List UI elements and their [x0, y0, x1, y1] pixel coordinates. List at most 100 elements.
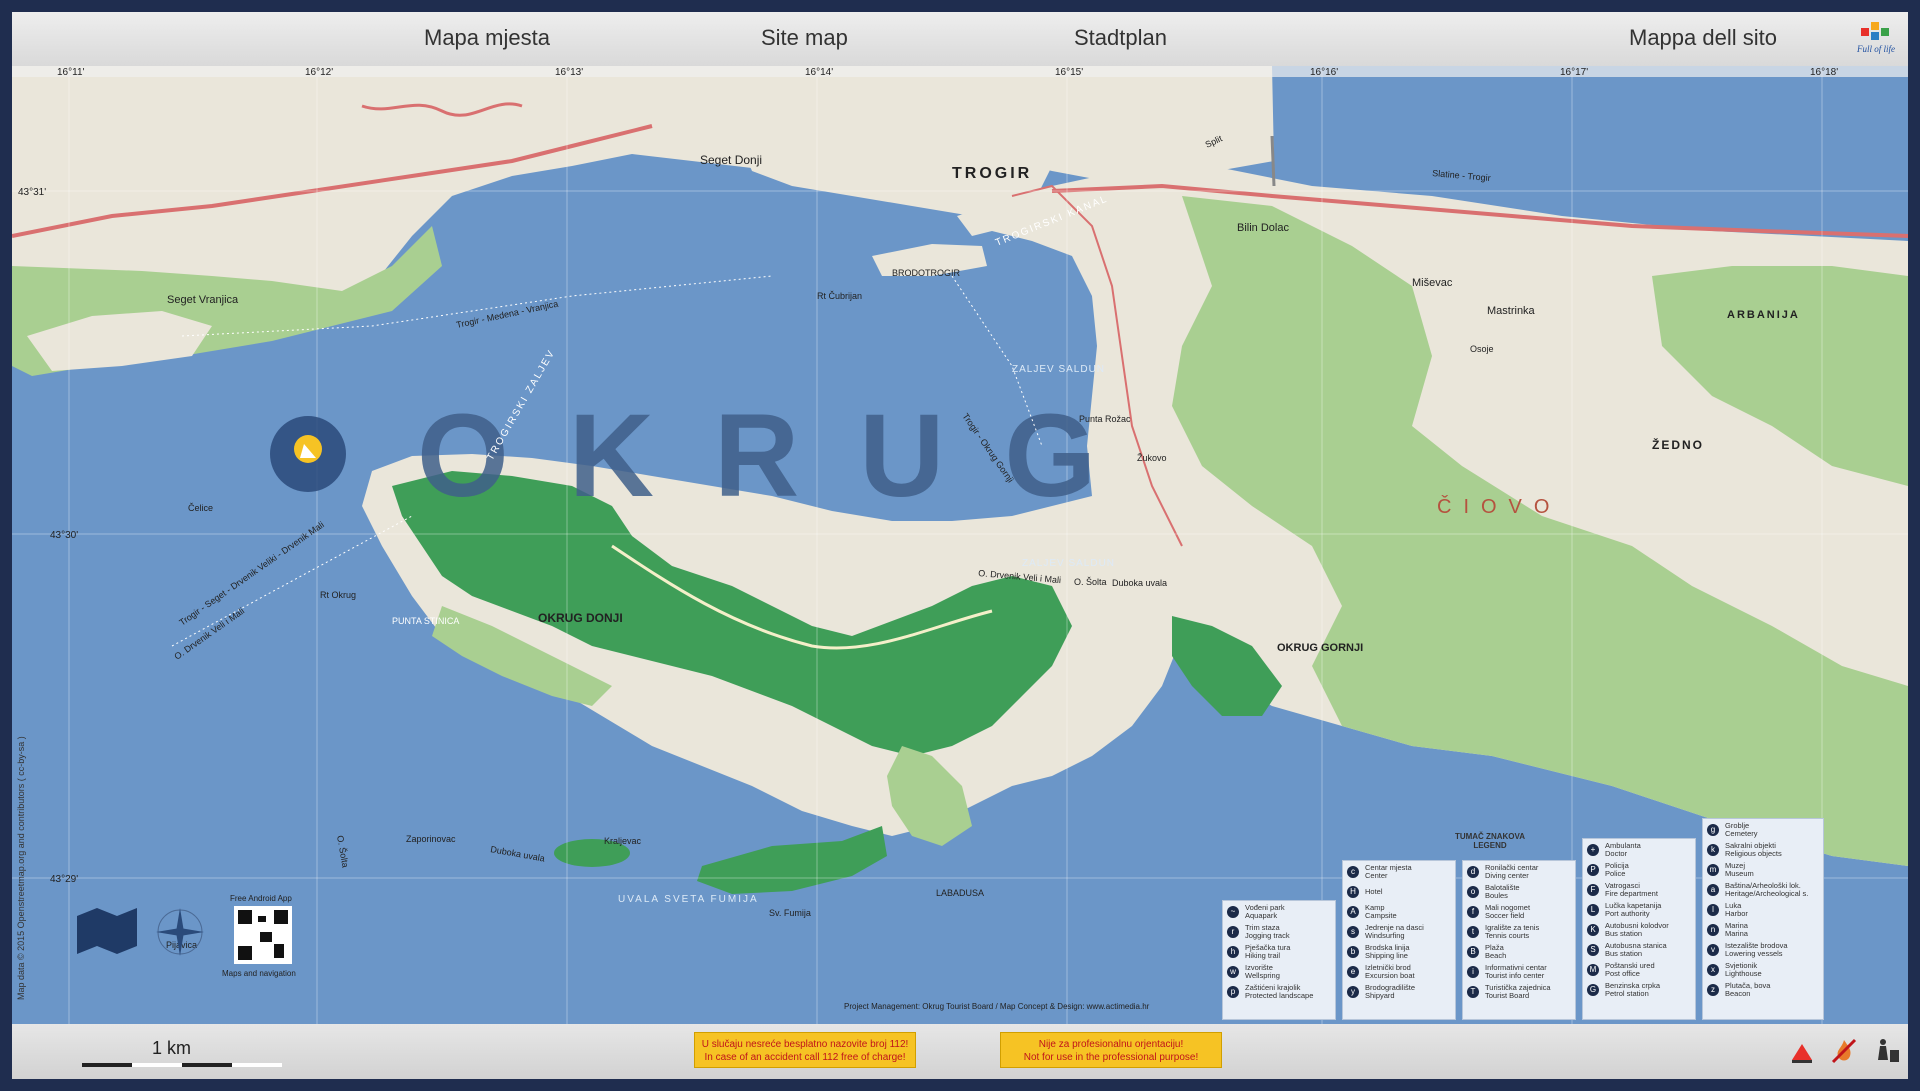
legend-symbol-icon: G [1587, 984, 1599, 996]
legend-item: l Luka Harbor [1707, 901, 1819, 919]
legend-text-en: Doctor [1605, 849, 1628, 858]
legend-text-en: Tennis courts [1485, 931, 1530, 940]
legend-text: Svjetionik Lighthouse [1725, 962, 1762, 978]
legend-text-en: Heritage/Archeological s. [1725, 889, 1809, 898]
warning-112: U slučaju nesreće besplatno nazovite bro… [694, 1032, 916, 1068]
legend-text: Autobusni kolodvor Bus station [1605, 922, 1669, 938]
legend-symbol-icon: M [1587, 964, 1599, 976]
legend-text-en: Tourist Board [1485, 991, 1530, 1000]
legend-symbol-icon: H [1347, 886, 1359, 898]
title-de: Stadtplan [1074, 25, 1167, 50]
legend-text: Brodska linija Shipping line [1365, 944, 1410, 960]
legend-item: F Vatrogasci Fire department [1587, 881, 1691, 899]
legend-item: S Autobusna stanica Bus station [1587, 941, 1691, 959]
legend-text: Turistička zajednica Tourist Board [1485, 984, 1551, 1000]
folded-map-icon [77, 908, 137, 954]
warning-112-en: In case of an accident call 112 free of … [704, 1052, 906, 1063]
legend-symbol-icon: r [1227, 926, 1239, 938]
legend-text-en: Bus station [1605, 929, 1643, 938]
legend-text: Sakralni objekti Religious objects [1725, 842, 1782, 858]
legend-item: ~ Vođeni park Aquapark [1227, 903, 1331, 921]
legend-text: Plutača, bova Beacon [1725, 982, 1770, 998]
project-credit: Project Management: Okrug Tourist Board … [844, 1002, 1150, 1011]
map-area: 16°11' 16°12' 16°13' 16°14' 16°15' 16°16… [12, 66, 1908, 1024]
legend-item: a Baština/Arheološki lok. Heritage/Archeol… [1707, 881, 1819, 899]
label-zedno: ŽEDNO [1652, 437, 1704, 452]
legend-symbol-icon: P [1587, 864, 1599, 876]
legend-text: Pješačka tura Hiking trail [1245, 944, 1290, 960]
legend-symbol-icon: t [1467, 926, 1479, 938]
legend-text: Jedrenje na dasci Windsurfing [1365, 924, 1424, 940]
legend-item: i Informativni centar Tourist info center [1467, 963, 1571, 981]
legend-symbol-icon: o [1467, 886, 1479, 898]
legend-text-en: Shipping line [1365, 951, 1408, 960]
label-punta-stinica: PUNTA STINICA [392, 616, 459, 626]
label-zaporinovac: Zaporinovac [406, 834, 456, 844]
legend-text: Istezalište brodova Lowering vessels [1725, 942, 1788, 958]
legend-item: x Svjetionik Lighthouse [1707, 961, 1819, 979]
legend-symbol-icon: T [1467, 986, 1479, 998]
scale-label: 1 km [152, 1038, 192, 1058]
legend-item: G Benzinska crpka Petrol station [1587, 981, 1691, 999]
legend-item: v Istezalište brodova Lowering vessels [1707, 941, 1819, 959]
legend-text-en: Aquapark [1245, 911, 1278, 920]
app-title: Free Android App [230, 894, 292, 903]
legend-text: Brodogradilište Shipyard [1365, 984, 1415, 1000]
legend-item: A Kamp Campsite [1347, 903, 1451, 921]
legend-text: Kamp Campsite [1365, 904, 1397, 920]
legend-text: Ambulanta Doctor [1605, 842, 1641, 858]
lon-4: 16°14' [805, 67, 833, 78]
legend-text: Igralište za tenis Tennis courts [1485, 924, 1539, 940]
legend-text-en: Lighthouse [1725, 969, 1762, 978]
label-misevac: Miševac [1412, 277, 1453, 289]
scale-bar [82, 1063, 282, 1067]
legend-text: Baština/Arheološki lok. Heritage/Archeolo… [1725, 882, 1808, 898]
legend-item: c Centar mjesta Center [1347, 863, 1451, 881]
legend-text-en: Hiking trail [1245, 951, 1281, 960]
label-seget-donji: Seget Donji [700, 153, 762, 167]
legend-text: Vođeni park Aquapark [1245, 904, 1285, 920]
road-osoje: Osoje [1470, 344, 1494, 354]
legend-panel-1: ~ Vođeni park Aquapark r Trim staza Jogging t… [1222, 900, 1336, 1020]
legend-text-en: Post office [1605, 969, 1640, 978]
legend-item: m Muzej Museum [1707, 861, 1819, 879]
label-zaljev-saldun-2: ZALJEV SALDUN [1022, 558, 1115, 569]
legend-text-en: Diving center [1485, 871, 1529, 880]
footer-bar: 1 km U slučaju nesreće besplatno nazovit… [12, 1024, 1908, 1079]
warning-nav-hr: Nije za profesionalnu orjentaciju! [1038, 1039, 1184, 1050]
legend-text: Zaštićeni krajolik Protected landscape [1245, 984, 1313, 1000]
title-it: Mappa dell sito [1629, 25, 1777, 50]
warning-navigation: Nije za profesionalnu orjentaciju! Not f… [1000, 1032, 1222, 1068]
legend-item: s Jedrenje na dasci Windsurfing [1347, 923, 1451, 941]
label-zaljev-saldun-1: ZALJEV SALDUN [1012, 364, 1105, 375]
legend-text: Mali nogomet Soccer field [1485, 904, 1530, 920]
label-arbanija: ARBANIJA [1727, 309, 1800, 321]
legend-text: Izvorište Wellspring [1245, 964, 1280, 980]
legend-item: b Brodska linija Shipping line [1347, 943, 1451, 961]
legend-symbol-icon: p [1227, 986, 1239, 998]
legend-symbol-icon: w [1227, 966, 1239, 978]
label-seget-vranjica: Seget Vranjica [167, 294, 239, 306]
legend-symbol-icon: S [1587, 944, 1599, 956]
legend-text: Groblje Cemetery [1725, 822, 1758, 838]
legend-text: Autobusna stanica Bus station [1605, 942, 1667, 958]
route-duboka-uvala: Duboka uvala [1112, 578, 1167, 588]
legend-text-en: Shipyard [1365, 991, 1395, 1000]
label-sv-fumija: Sv. Fumija [769, 908, 811, 918]
label-uvala-sveta-fumija: UVALA SVETA FUMIJA [618, 894, 759, 905]
warning-nav-en: Not for use in the professional purpose! [1023, 1052, 1199, 1063]
legend-item: y Brodogradilište Shipyard [1347, 983, 1451, 1001]
lat-2: 43°30' [50, 530, 78, 541]
legend-text: Vatrogasci Fire department [1605, 882, 1658, 898]
legend-text-en: Protected landscape [1245, 991, 1314, 1000]
legend-text-en: Windsurfing [1365, 931, 1405, 940]
label-kraljevac: Kraljevac [604, 836, 642, 846]
legend-item: f Mali nogomet Soccer field [1467, 903, 1571, 921]
legend-text: Plaža Beach [1485, 944, 1506, 960]
lon-3: 16°13' [555, 67, 583, 78]
logo-tagline: Full of life [1857, 44, 1895, 54]
legend-text-en: Jogging track [1245, 931, 1290, 940]
legend-text-en: Wellspring [1245, 971, 1280, 980]
legend-item: + Ambulanta Doctor [1587, 841, 1691, 859]
legend-text-en: Fire department [1605, 889, 1658, 898]
